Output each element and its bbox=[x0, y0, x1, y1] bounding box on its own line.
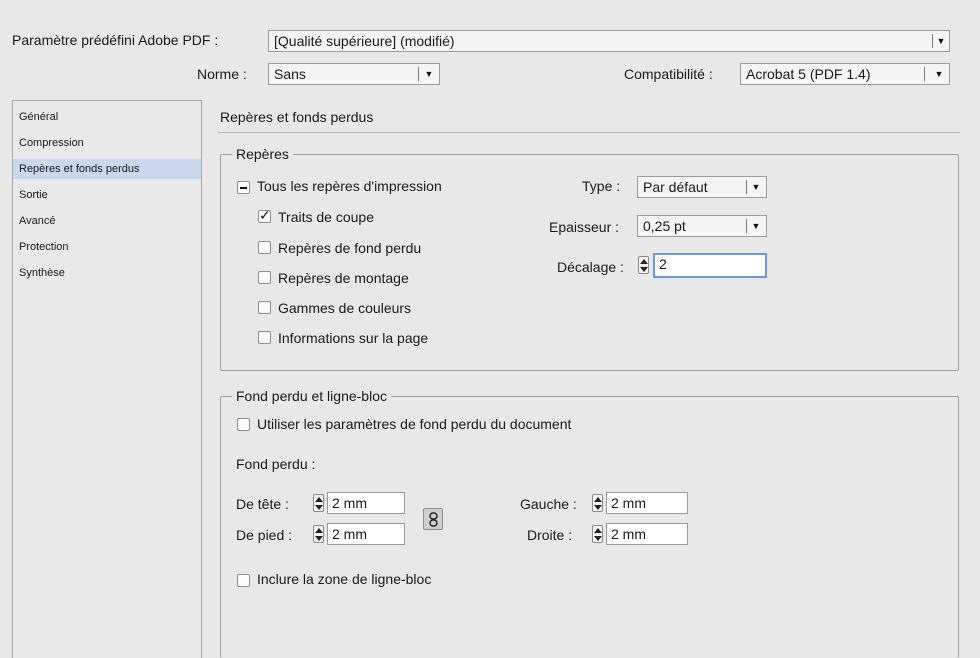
bleed-left-input[interactable]: 2 mm bbox=[606, 492, 688, 514]
chevron-down-icon: ▼ bbox=[751, 182, 761, 192]
include-slug-checkbox[interactable] bbox=[237, 574, 250, 587]
include-slug-label: Inclure la zone de ligne-bloc bbox=[257, 571, 432, 587]
section-title: Repères et fonds perdus bbox=[220, 109, 374, 125]
sidebar-item-output[interactable]: Sortie bbox=[13, 185, 201, 205]
compat-value: Acrobat 5 (PDF 1.4) bbox=[746, 66, 871, 82]
crop-marks-label: Traits de coupe bbox=[278, 209, 374, 225]
registration-marks-label: Repères de montage bbox=[278, 270, 409, 286]
pdf-export-dialog: { "header": { "preset_label": "Paramètre… bbox=[0, 0, 980, 658]
select-separator bbox=[932, 34, 933, 48]
preset-label: Paramètre prédéfini Adobe PDF : bbox=[12, 32, 219, 48]
use-doc-bleed-checkbox[interactable] bbox=[237, 418, 250, 431]
preset-value: [Qualité supérieure] (modifié) bbox=[274, 33, 455, 49]
bleed-marks-checkbox[interactable] bbox=[258, 241, 271, 254]
bleed-label: Fond perdu : bbox=[236, 456, 316, 472]
select-separator bbox=[418, 67, 419, 81]
chevron-down-icon: ▼ bbox=[751, 221, 761, 231]
chevron-down-icon: ▼ bbox=[936, 36, 946, 46]
preset-select[interactable]: [Qualité supérieure] (modifié) ▼ bbox=[268, 30, 950, 52]
bleed-right-stepper[interactable] bbox=[592, 525, 603, 543]
bleed-legend: Fond perdu et ligne-bloc bbox=[232, 388, 391, 404]
sidebar-item-general[interactable]: Général bbox=[13, 107, 201, 127]
sidebar: Général Compression Repères et fonds per… bbox=[12, 100, 202, 658]
page-info-label: Informations sur la page bbox=[278, 330, 429, 346]
bleed-bottom-label: De pied : bbox=[236, 527, 293, 543]
standard-label: Norme : bbox=[197, 66, 247, 82]
offset-stepper[interactable] bbox=[638, 256, 649, 274]
page-info-checkbox[interactable] bbox=[258, 331, 271, 344]
bleed-left-label: Gauche : bbox=[520, 496, 577, 512]
use-doc-bleed-label: Utiliser les paramètres de fond perdu du… bbox=[257, 416, 572, 432]
all-marks-label: Tous les repères d'impression bbox=[257, 178, 442, 194]
bleed-right-label: Droite : bbox=[527, 527, 573, 543]
weight-value: 0,25 pt bbox=[643, 218, 686, 234]
crop-marks-checkbox[interactable] bbox=[258, 207, 271, 224]
bleed-bottom-stepper[interactable] bbox=[313, 525, 324, 543]
select-separator bbox=[924, 67, 925, 81]
sidebar-item-compression[interactable]: Compression bbox=[13, 133, 201, 153]
weight-select[interactable]: 0,25 pt ▼ bbox=[637, 215, 767, 237]
bleed-marks-label: Repères de fond perdu bbox=[278, 240, 422, 256]
section-divider bbox=[218, 132, 960, 133]
offset-input[interactable]: 2 bbox=[653, 253, 767, 278]
color-bars-checkbox[interactable] bbox=[258, 301, 271, 314]
sidebar-item-marks-and-bleeds[interactable]: Repères et fonds perdus bbox=[13, 159, 201, 179]
chevron-down-icon: ▼ bbox=[424, 69, 434, 79]
bleed-top-stepper[interactable] bbox=[313, 494, 324, 512]
bleed-top-label: De tête : bbox=[236, 496, 289, 512]
type-value: Par défaut bbox=[643, 179, 708, 195]
weight-label: Epaisseur : bbox=[549, 219, 620, 235]
compat-select[interactable]: Acrobat 5 (PDF 1.4) ▼ bbox=[740, 63, 950, 85]
sidebar-item-summary[interactable]: Synthèse bbox=[13, 263, 201, 283]
registration-marks-checkbox[interactable] bbox=[258, 271, 271, 284]
link-icon[interactable] bbox=[423, 508, 443, 530]
all-marks-checkbox[interactable] bbox=[237, 181, 250, 194]
type-label: Type : bbox=[582, 178, 621, 194]
bleed-left-stepper[interactable] bbox=[592, 494, 603, 512]
offset-label: Décalage : bbox=[557, 259, 624, 275]
bleed-right-input[interactable]: 2 mm bbox=[606, 523, 688, 545]
bleed-top-input[interactable]: 2 mm bbox=[327, 492, 405, 514]
type-select[interactable]: Par défaut ▼ bbox=[637, 176, 767, 198]
sidebar-item-advanced[interactable]: Avancé bbox=[13, 211, 201, 231]
standard-value: Sans bbox=[274, 66, 306, 82]
marks-legend: Repères bbox=[232, 146, 293, 162]
sidebar-item-security[interactable]: Protection bbox=[13, 237, 201, 257]
standard-select[interactable]: Sans ▼ bbox=[268, 63, 440, 85]
chevron-down-icon: ▼ bbox=[934, 69, 944, 79]
compat-label: Compatibilité : bbox=[624, 66, 713, 82]
bleed-bottom-input[interactable]: 2 mm bbox=[327, 523, 405, 545]
select-separator bbox=[746, 219, 747, 233]
color-bars-label: Gammes de couleurs bbox=[278, 300, 412, 316]
select-separator bbox=[746, 180, 747, 194]
